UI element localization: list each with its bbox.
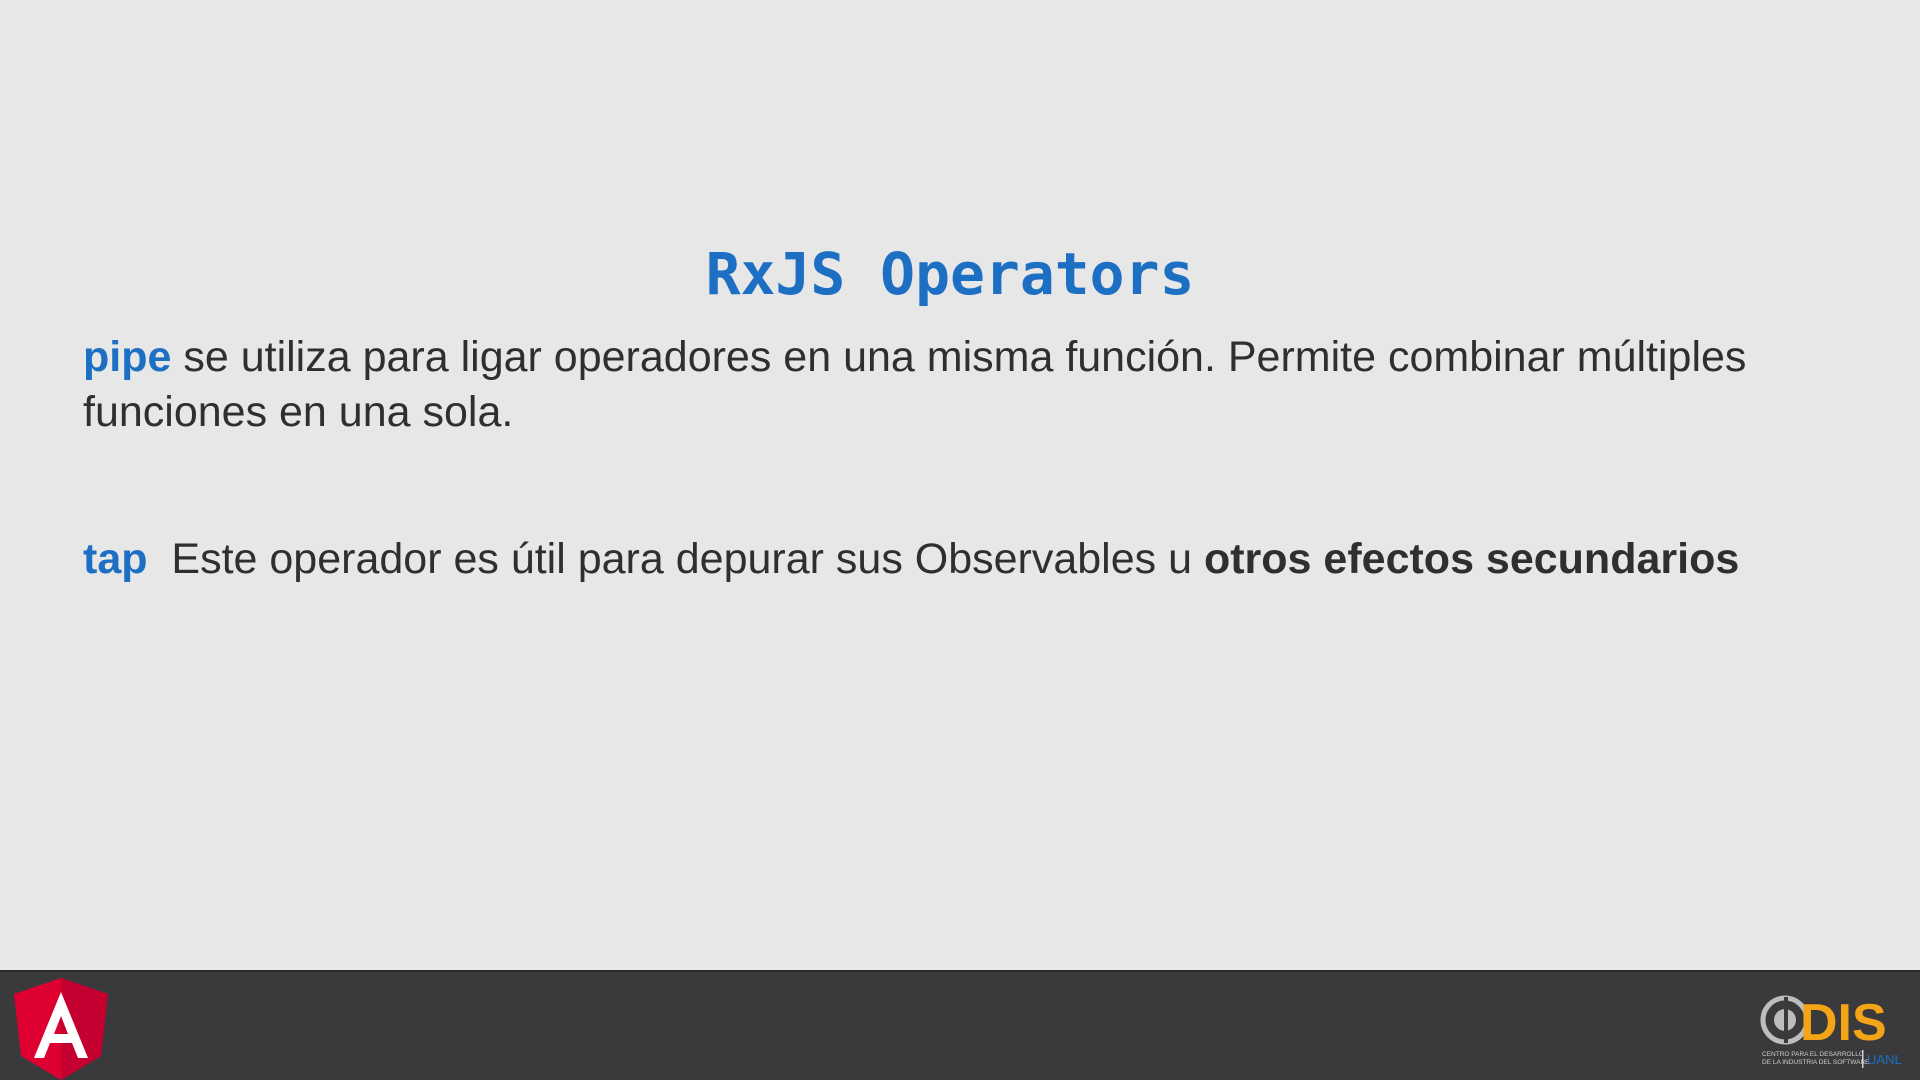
- svg-text:UANL: UANL: [1867, 1052, 1902, 1067]
- keyword-tap: tap: [83, 535, 148, 583]
- paragraph-tap-text: Este operador es útil para depurar sus O…: [147, 535, 1204, 583]
- paragraph-pipe-text: se utiliza para ligar operadores en una …: [83, 333, 1747, 436]
- slide: RxJS Operators pipe se utiliza para liga…: [0, 0, 1920, 1080]
- paragraph-tap-emphasis: otros efectos secundarios: [1203, 535, 1740, 583]
- paragraph-tap: tap Este operador es útil para depurar s…: [83, 532, 1843, 587]
- svg-text:DE LA INDUSTRIA DEL SOFTWARE: DE LA INDUSTRIA DEL SOFTWARE: [1762, 1059, 1870, 1066]
- angular-logo-icon: [14, 978, 108, 1080]
- slide-title: RxJS Operators: [705, 240, 1195, 308]
- keyword-pipe: pipe: [83, 333, 172, 381]
- svg-text:CENTRO PARA EL DESARROLLO: CENTRO PARA EL DESARROLLO: [1762, 1051, 1864, 1058]
- svg-text:DIS: DIS: [1800, 994, 1887, 1052]
- cdis-logo-icon: DIS CENTRO PARA EL DESARROLLO DE LA INDU…: [1760, 994, 1902, 1068]
- paragraph-pipe: pipe se utiliza para ligar operadores en…: [83, 330, 1843, 440]
- footer-bar: DIS CENTRO PARA EL DESARROLLO DE LA INDU…: [0, 970, 1920, 1080]
